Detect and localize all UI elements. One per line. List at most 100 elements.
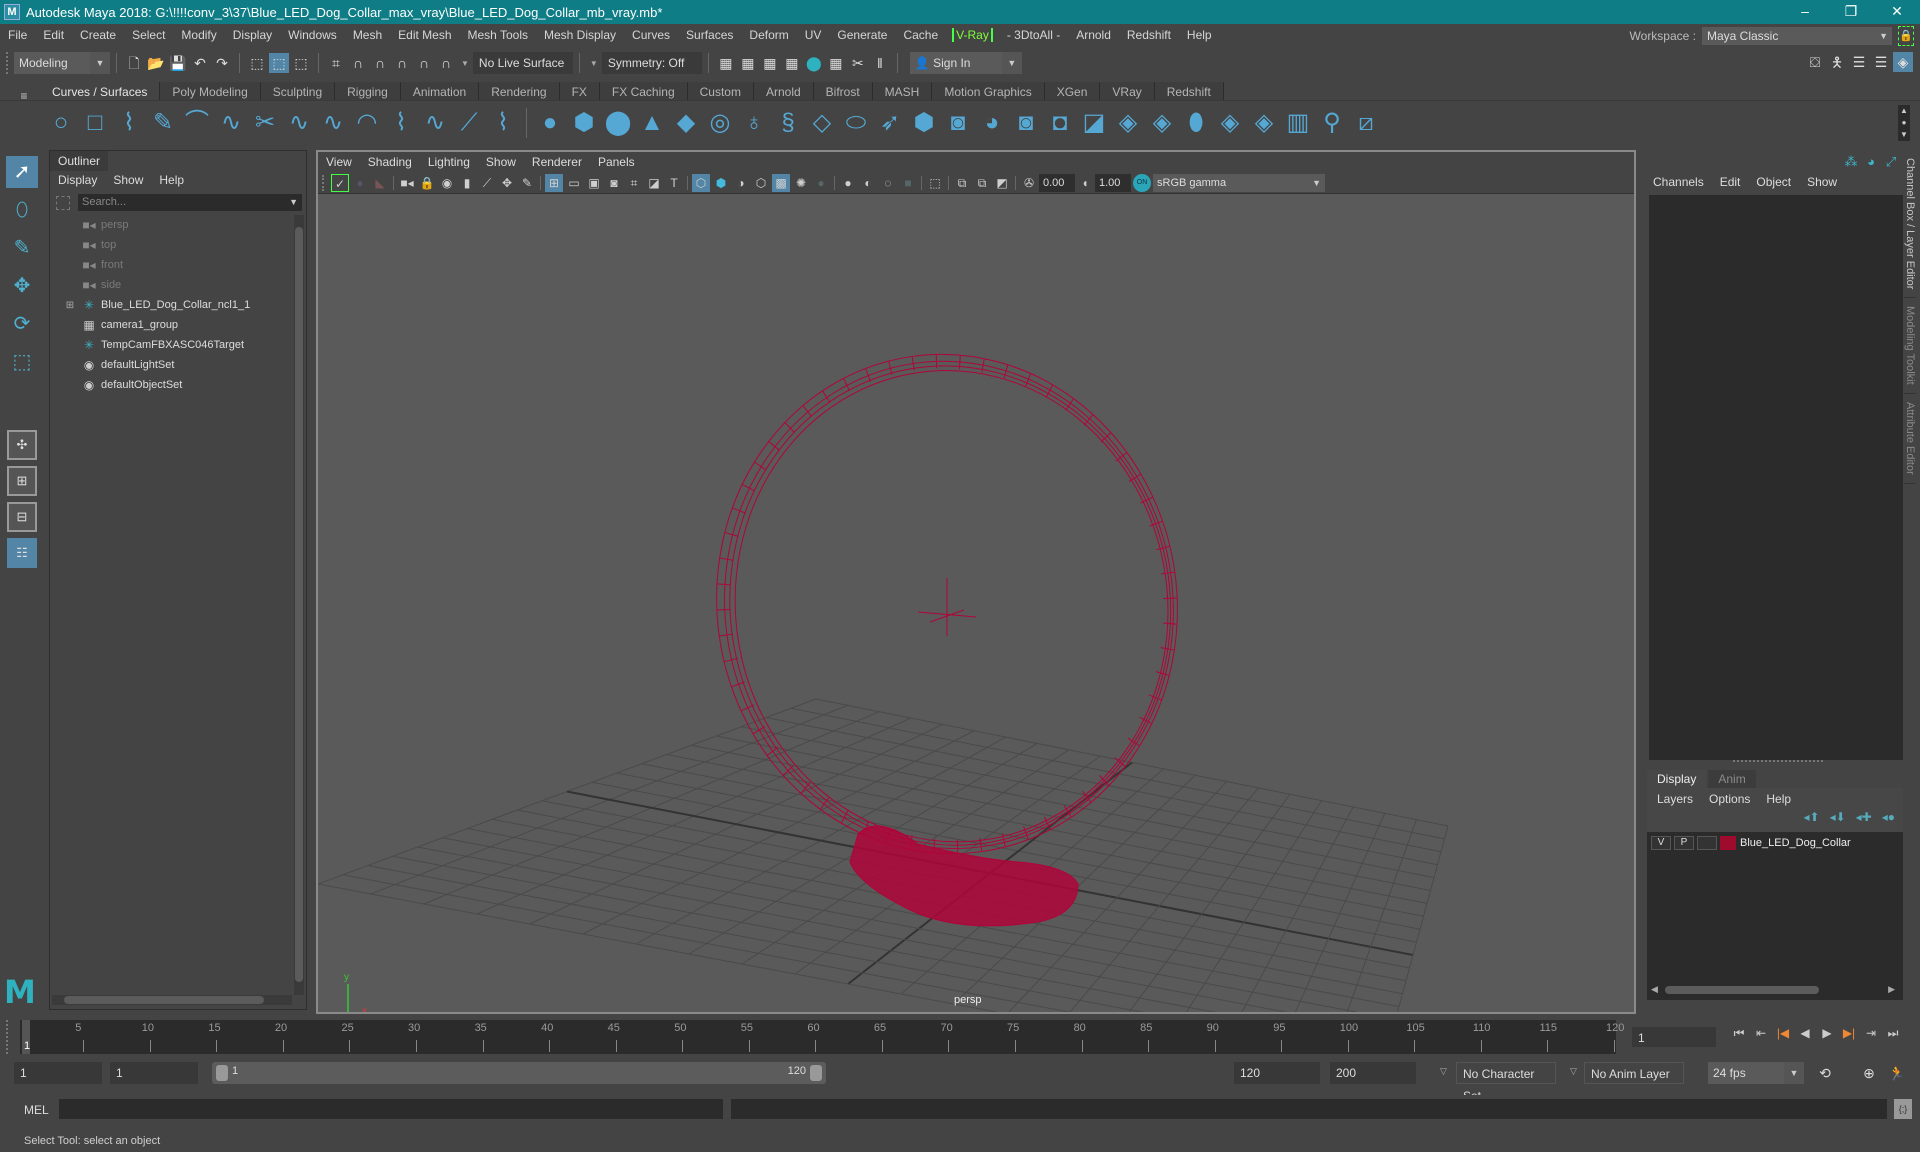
camera-select-icon[interactable]: ■◂ <box>398 174 416 192</box>
outliner-item[interactable]: ■◂ side <box>53 275 295 295</box>
outliner-layout-icon[interactable]: ☷ <box>7 538 37 568</box>
rotate-tool-icon[interactable]: ⟳ <box>6 308 38 340</box>
shelf-tool-icon[interactable]: ◙ <box>944 107 972 139</box>
menu-select[interactable]: Select <box>124 28 173 42</box>
menu-curves[interactable]: Curves <box>624 28 678 42</box>
shelf-tool-icon[interactable]: ◪ <box>1080 107 1108 139</box>
mel-label[interactable]: MEL <box>24 1103 49 1117</box>
outliner-item[interactable]: ■◂ top <box>53 235 295 255</box>
shelf-tab-curves-surfaces[interactable]: Curves / Surfaces <box>40 82 161 102</box>
expand-icon[interactable]: ⊞ <box>63 300 77 311</box>
bookmark-icon[interactable]: ▮ <box>458 174 476 192</box>
shelf-tool-icon[interactable]: ◈ <box>1114 107 1142 139</box>
field-chart-icon[interactable]: ⌗ <box>625 174 643 192</box>
side-tab-attribute-editor[interactable]: Attribute Editor <box>1904 394 1916 484</box>
shelf-tab-sculpting[interactable]: Sculpting <box>260 82 336 102</box>
shelf-tab-arnold[interactable]: Arnold <box>753 82 814 102</box>
open-scene-icon[interactable]: 📂 <box>146 53 166 73</box>
chevron-down-icon[interactable]: ▽ <box>1440 1066 1447 1077</box>
sphere-icon[interactable]: ● <box>351 174 369 192</box>
shelf-tab-animation[interactable]: Animation <box>400 82 480 102</box>
shelf-tool-icon[interactable]: ⌇ <box>387 107 415 139</box>
isolate-select-icon[interactable]: ⬚ <box>926 174 944 192</box>
outliner-item[interactable]: ■◂ front <box>53 255 295 275</box>
viewport-menu-panels[interactable]: Panels <box>598 155 635 169</box>
lights-icon[interactable]: ✺ <box>792 174 810 192</box>
menu-modify[interactable]: Modify <box>173 28 224 42</box>
shelf-tool-icon[interactable]: ◙ <box>1012 107 1040 139</box>
light-editor-icon[interactable]: ✂ <box>848 53 868 73</box>
animation-end-field[interactable]: 200 <box>1330 1062 1416 1084</box>
camera-attributes-icon[interactable]: ◉ <box>438 174 456 192</box>
render-frame-icon[interactable]: ▦ <box>738 53 758 73</box>
two-d-pan-zoom-icon[interactable]: ✥ <box>498 174 516 192</box>
speed-icon[interactable]: ◕ <box>1861 154 1881 170</box>
film-gate-icon[interactable]: ▭ <box>565 174 583 192</box>
layer-menu-layers[interactable]: Layers <box>1657 792 1693 806</box>
depth-of-field-icon[interactable]: ■ <box>899 174 917 192</box>
new-scene-icon[interactable]: 🗋 <box>124 53 144 73</box>
menu-3dtoall[interactable]: - 3DtoAll - <box>999 28 1068 42</box>
shelf-tool-icon[interactable]: ⌇ <box>489 107 517 139</box>
layer-row[interactable]: V P Blue_LED_Dog_Collar <box>1647 832 1903 854</box>
menu-mesh-display[interactable]: Mesh Display <box>536 28 624 42</box>
outliner-item[interactable]: ■◂ persp <box>53 215 295 235</box>
resolution-gate-icon[interactable]: ▣ <box>585 174 603 192</box>
shelf-tool-icon[interactable]: § <box>774 107 802 139</box>
layer-menu-options[interactable]: Options <box>1709 792 1750 806</box>
snap-view-icon[interactable]: ∩ <box>392 53 412 73</box>
menu-redshift[interactable]: Redshift <box>1119 28 1179 42</box>
step-forward-key-icon[interactable]: ⇥ <box>1860 1026 1882 1041</box>
range-slider[interactable]: 1 120 <box>212 1062 826 1084</box>
select-object-icon[interactable]: ⬚ <box>269 53 289 73</box>
anti-aliasing-icon[interactable]: ◌ <box>879 174 897 192</box>
shelf-tab-mash[interactable]: MASH <box>872 82 933 102</box>
loop-icon[interactable]: ⟲ <box>1815 1063 1835 1083</box>
shelf-tool-icon[interactable]: ∿ <box>217 107 245 139</box>
menu-arnold[interactable]: Arnold <box>1068 28 1119 42</box>
range-end-handle[interactable] <box>810 1065 822 1081</box>
xray-active-icon[interactable]: ⧉ <box>973 174 991 192</box>
shelf-tool-icon[interactable]: ▲ <box>638 107 666 139</box>
shelf-tool-icon[interactable]: ○ <box>47 107 75 139</box>
motion-blur-icon[interactable]: ◐ <box>859 174 877 192</box>
animation-preferences-icon[interactable]: 🏃 <box>1887 1063 1907 1083</box>
menu-mesh-tools[interactable]: Mesh Tools <box>460 28 536 42</box>
shelf-tool-icon[interactable]: ✂ <box>251 107 279 139</box>
playback-start-field[interactable]: 1 <box>110 1062 198 1084</box>
shelf-tool-icon[interactable]: ⬭ <box>842 107 870 139</box>
move-layer-up-icon[interactable]: ◂⬆ <box>1803 810 1819 832</box>
menu-create[interactable]: Create <box>72 28 124 42</box>
lock-camera-icon[interactable]: 🔒 <box>418 174 436 192</box>
shelf-scrollbar[interactable]: ▲ ● ▼ <box>1898 105 1910 141</box>
pause-icon[interactable]: ‖ <box>870 53 890 73</box>
grease-pencil-icon[interactable]: ✎ <box>518 174 536 192</box>
hypershade-icon[interactable]: ⬤ <box>804 53 824 73</box>
color-management-toggle[interactable]: ON <box>1133 173 1151 192</box>
lasso-tool-icon[interactable]: ⬯ <box>6 194 38 226</box>
fps-dropdown[interactable]: 24 fps ▼ <box>1708 1062 1804 1084</box>
shelf-tool-icon[interactable]: ◈ <box>1250 107 1278 139</box>
viewport-menu-view[interactable]: View <box>326 155 352 169</box>
outliner-item[interactable]: ◉ defaultLightSet <box>53 355 295 375</box>
shelf-tool-icon[interactable]: ◈ <box>1216 107 1244 139</box>
shelf-tool-icon[interactable]: ➶ <box>876 107 904 139</box>
smooth-shade-icon[interactable]: ⬢ <box>712 174 730 192</box>
shelf-tab-fx-caching[interactable]: FX Caching <box>599 82 688 102</box>
snap-surface-icon[interactable]: ∩ <box>414 53 434 73</box>
snap-point-icon[interactable]: ∩ <box>370 53 390 73</box>
grid-icon[interactable]: ⊞ <box>545 173 563 192</box>
shelf-tool-icon[interactable]: ⧄ <box>1352 107 1380 139</box>
menu-deform[interactable]: Deform <box>741 28 796 42</box>
gamma-field[interactable]: 1.00 <box>1095 173 1131 192</box>
outliner-menu-display[interactable]: Display <box>58 173 97 187</box>
snap-grid-icon[interactable]: ⌗ <box>326 53 346 73</box>
side-tab-channel-box-layer-editor[interactable]: Channel Box / Layer Editor <box>1904 150 1916 299</box>
move-tool-icon[interactable]: ✥ <box>6 270 38 302</box>
menu-file[interactable]: File <box>0 28 35 42</box>
layer-tab-anim[interactable]: Anim <box>1708 770 1756 788</box>
shelf-tab-rigging[interactable]: Rigging <box>335 82 401 102</box>
workspace-dropdown[interactable]: Maya Classic <box>1702 27 1892 45</box>
toolbar-grip[interactable] <box>6 52 10 74</box>
go-to-start-icon[interactable]: ⏮ <box>1728 1026 1750 1041</box>
